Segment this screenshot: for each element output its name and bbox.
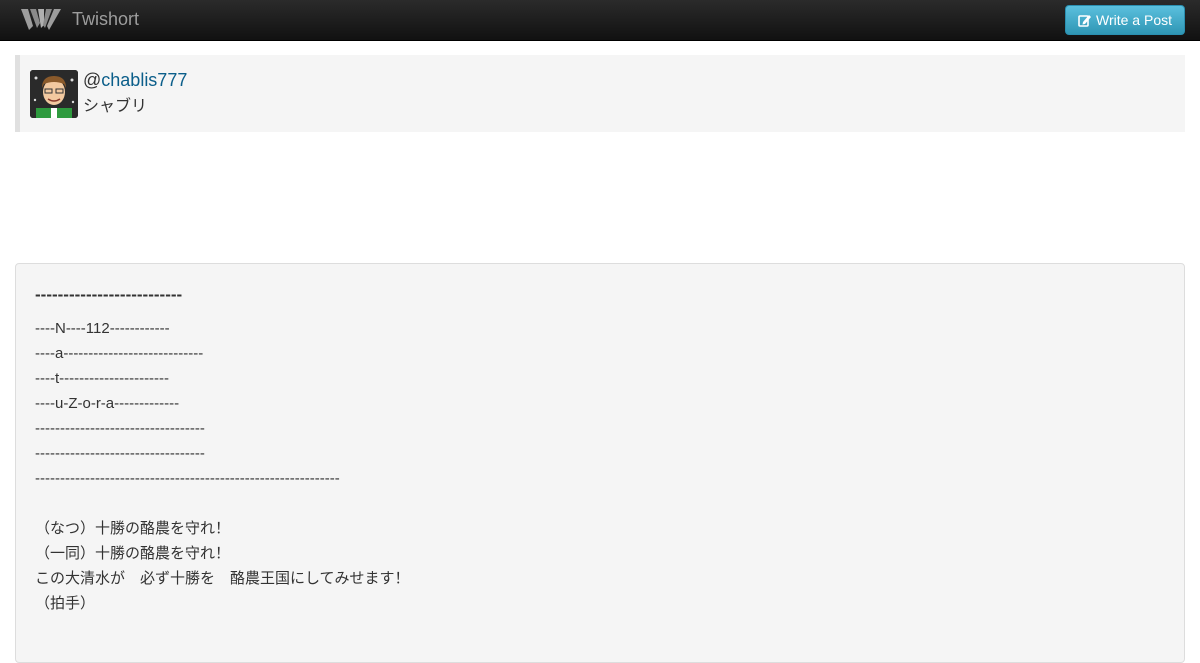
profile-card: @chablis777 シャブリ [15, 55, 1185, 132]
username-link[interactable]: chablis777 [101, 70, 187, 90]
twishort-logo-icon [21, 9, 61, 30]
write-a-post-button[interactable]: Write a Post [1065, 5, 1185, 35]
post-content-panel: -------------------------- ----N----112-… [15, 263, 1185, 663]
brand-name: Twishort [72, 9, 140, 29]
username: @chablis777 [83, 70, 187, 90]
post-heading: -------------------------- [35, 285, 183, 304]
brand-link[interactable]: Twishort [19, 6, 139, 32]
post-line: （なつ）十勝の酪農を守れ！ [35, 520, 231, 537]
edit-icon [1078, 14, 1091, 27]
post-body: ----N----112------------ ----a----------… [35, 316, 410, 616]
post-line: ---------------------------------- [35, 445, 205, 462]
post-line: ----t---------------------- [35, 370, 170, 387]
username-at-sign: @ [83, 70, 102, 90]
post-line: （一同）十勝の酪農を守れ！ [35, 545, 231, 562]
post-line: （拍手） [35, 595, 96, 612]
post-line: ----a---------------------------- [35, 345, 204, 362]
display-name: シャブリ [83, 98, 148, 115]
write-a-post-label: Write a Post [1096, 12, 1172, 28]
user-avatar[interactable] [30, 70, 78, 118]
post-line: ----------------------------------------… [35, 470, 340, 487]
post-line: ----u-Z-o-r-a------------- [35, 395, 180, 412]
post-line: ----N----112------------ [35, 320, 170, 337]
post-line: ---------------------------------- [35, 420, 205, 437]
top-navbar: Twishort Write a Post [0, 0, 1200, 41]
post-line: この大清水が 必ず十勝を 酪農王国にしてみせます！ [35, 570, 410, 587]
post-line [35, 491, 410, 516]
avatar-image [30, 70, 78, 118]
